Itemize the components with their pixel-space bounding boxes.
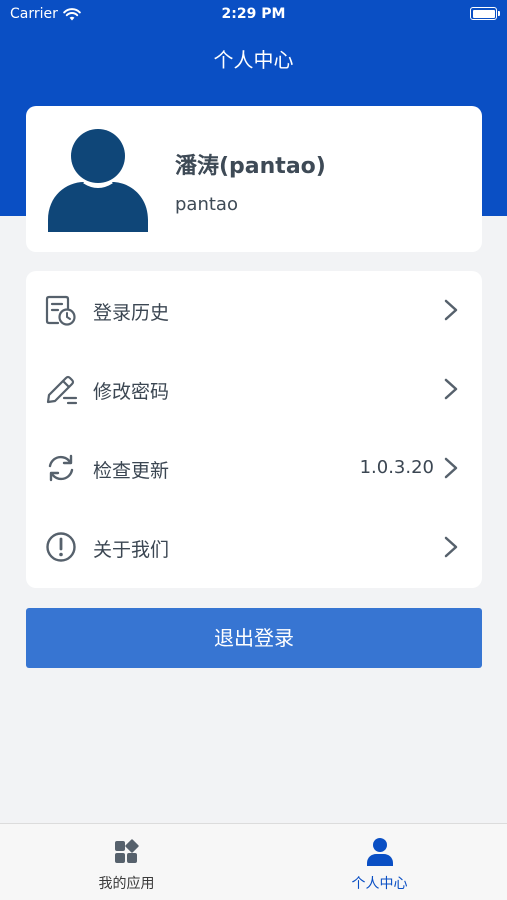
- tab-bar: 我的应用 个人中心: [0, 823, 507, 900]
- apps-grid-icon: [115, 839, 139, 863]
- menu-item-login-history[interactable]: 登录历史: [26, 271, 482, 350]
- user-username: pantao: [175, 194, 238, 215]
- history-doc-icon: [45, 295, 76, 326]
- menu-item-label: 登录历史: [93, 302, 170, 324]
- chevron-right-icon: [444, 457, 458, 479]
- page-title: 个人中心: [213, 48, 294, 72]
- logout-button[interactable]: 退出登录: [26, 608, 482, 668]
- refresh-icon: [48, 454, 74, 482]
- settings-menu: 登录历史 修改密码 检查更新 1.0.3.20 关于我们: [26, 271, 482, 588]
- tab-label: 个人中心: [351, 876, 408, 892]
- menu-item-change-password[interactable]: 修改密码: [26, 350, 482, 429]
- tab-my-apps[interactable]: 我的应用: [0, 824, 253, 900]
- status-time: 2:29 PM: [221, 6, 286, 22]
- app-version: 1.0.3.20: [359, 457, 434, 478]
- user-display-name: 潘涛(pantao): [175, 154, 326, 179]
- person-icon: [367, 838, 393, 866]
- status-bar: Carrier 2:29 PM: [0, 0, 507, 28]
- chevron-right-icon: [444, 299, 458, 321]
- edit-pen-icon: [46, 375, 78, 405]
- tab-personal-center[interactable]: 个人中心: [253, 824, 506, 900]
- battery-icon: [470, 7, 500, 20]
- menu-item-label: 关于我们: [93, 539, 170, 561]
- profile-card: 潘涛(pantao) pantao: [26, 106, 482, 252]
- menu-item-label: 检查更新: [93, 460, 170, 482]
- info-circle-icon: [46, 532, 76, 562]
- menu-item-label: 修改密码: [93, 381, 170, 403]
- menu-item-about-us[interactable]: 关于我们: [26, 508, 482, 587]
- avatar: [48, 129, 148, 232]
- chevron-right-icon: [444, 536, 458, 558]
- menu-item-check-update[interactable]: 检查更新 1.0.3.20: [26, 429, 482, 508]
- tab-label: 我的应用: [98, 876, 155, 892]
- chevron-right-icon: [444, 378, 458, 400]
